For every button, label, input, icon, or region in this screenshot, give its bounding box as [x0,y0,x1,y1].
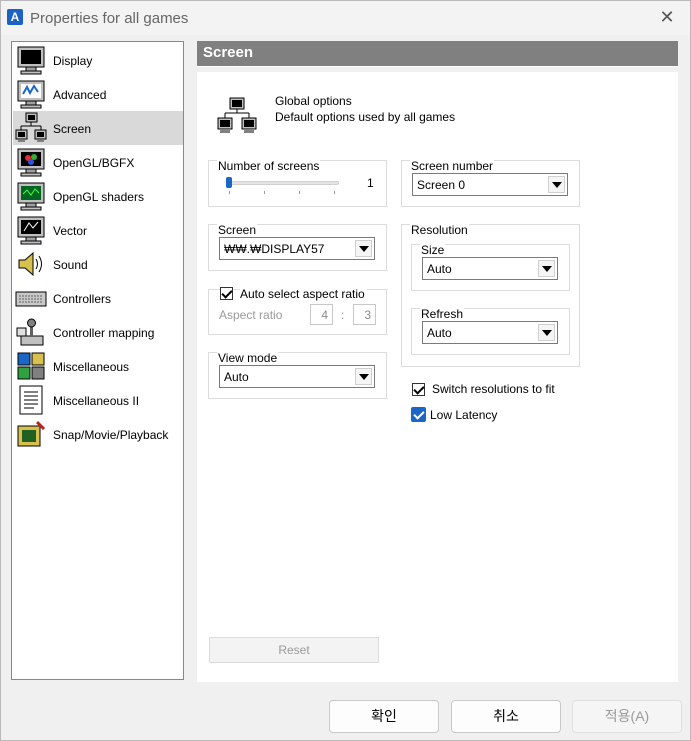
category-item-screen[interactable]: Screen [13,111,183,145]
screen-group: Screen ₩₩.₩DISPLAY57 [208,223,387,271]
category-label: OpenGL shaders [53,190,144,204]
screens-network-icon [217,97,257,133]
window-title: Properties for all games [30,10,189,27]
panel-header: Screen [197,41,678,66]
aspect-ratio-group: Auto select aspect ratio Aspect ratio 4 … [208,287,387,335]
joystick-icon [16,318,44,346]
select-value: Auto [427,326,452,340]
camera-icon [17,420,46,447]
keyboard-icon [15,291,47,307]
slider-tick [229,191,230,194]
chevron-down-icon[interactable] [355,368,372,385]
category-label: Advanced [53,88,107,102]
switch-resolutions-label: Switch resolutions to fit [432,382,555,396]
size-select[interactable]: Auto [422,257,558,280]
select-value: ₩₩.₩DISPLAY57 [224,242,325,256]
reset-button[interactable]: Reset [209,637,379,663]
category-label: OpenGL/BGFX [53,156,135,170]
screen-select[interactable]: ₩₩.₩DISPLAY57 [219,237,375,260]
advanced-monitor-icon [17,80,45,109]
ok-button[interactable]: 확인 [329,700,439,733]
category-item-opengl-shaders[interactable]: OpenGL shaders [13,179,183,213]
category-label: Sound [53,258,88,272]
shader-monitor-icon [17,182,45,211]
resolution-group: Resolution Size Auto Refresh Auto [401,223,580,367]
global-options-description: Default options used by all games [275,110,456,124]
category-label: Screen [53,122,92,136]
screens-slider-thumb[interactable] [226,177,232,188]
group-title: Screen [217,223,258,237]
select-value: Auto [427,262,452,276]
category-item-sound[interactable]: Sound [13,247,183,281]
switch-resolutions-checkbox[interactable] [412,383,425,396]
screens-slider-track[interactable] [227,181,339,185]
mame-app-icon: A [7,9,23,25]
select-value: Auto [224,370,249,384]
document-icon [19,385,43,415]
screen-number-group: Screen number Screen 0 [401,159,580,207]
screen-number-select[interactable]: Screen 0 [412,173,568,196]
group-title: Refresh [420,307,465,321]
category-item-vector[interactable]: Vector [13,213,183,247]
aspect-ratio-label: Aspect ratio [219,308,283,322]
category-label: Miscellaneous II [53,394,140,408]
refresh-group: Refresh Auto [411,307,570,355]
category-item-miscellaneous[interactable]: Miscellaneous [13,349,183,383]
category-item-display[interactable]: Display [13,43,183,77]
category-label: Controller mapping [53,326,155,340]
category-label: Display [53,54,93,68]
slider-tick [334,191,335,194]
screens-network-icon [15,112,47,142]
group-title: Screen number [410,159,495,173]
category-item-snap-movie-playback[interactable]: Snap/Movie/Playback [13,417,183,451]
category-item-miscellaneous-ii[interactable]: Miscellaneous II [13,383,183,417]
monitor-icon [17,46,45,75]
puzzle-icon [17,352,45,380]
select-value: Screen 0 [417,178,466,192]
apply-button[interactable]: 적용(A) [572,700,682,733]
global-options-title: Global options [275,94,352,108]
low-latency-label: Low Latency [430,408,498,422]
group-title: Resolution [410,223,469,237]
aspect-numerator-field[interactable]: 4 [310,304,333,325]
category-item-controllers[interactable]: Controllers [13,281,183,315]
auto-aspect-checkbox[interactable] [220,287,233,300]
slider-tick [299,191,300,194]
category-item-advanced[interactable]: Advanced [13,77,183,111]
category-label: Miscellaneous [53,360,130,374]
category-list[interactable]: Display Advanced Screen OpenGL/BGFX Open… [11,41,184,680]
auto-aspect-label: Auto select aspect ratio [240,287,367,301]
number-of-screens-group: Number of screens 1 [208,159,387,207]
view-mode-select[interactable]: Auto [219,365,375,388]
view-mode-group: View mode Auto [208,351,387,399]
title-bar: A Properties for all games ✕ [1,1,690,35]
chevron-down-icon[interactable] [538,260,555,277]
aspect-separator: : [341,308,345,322]
category-label: Vector [53,224,88,238]
aspect-denominator-field[interactable]: 3 [353,304,376,325]
group-title: Size [420,243,446,257]
category-item-controller-mapping[interactable]: Controller mapping [13,315,183,349]
chevron-down-icon[interactable] [548,176,565,193]
properties-window: A Properties for all games ✕ Display Adv… [0,0,691,741]
category-item-opengl-bgfx[interactable]: OpenGL/BGFX [13,145,183,179]
close-icon[interactable]: ✕ [657,7,677,27]
cancel-button[interactable]: 취소 [451,700,561,733]
chevron-down-icon[interactable] [538,324,555,341]
speaker-icon [18,251,42,277]
opengl-icon [17,148,45,177]
vector-monitor-icon [17,216,45,245]
slider-tick [264,191,265,194]
group-title: View mode [217,351,279,365]
header-divider [197,67,678,72]
category-label: Snap/Movie/Playback [53,428,169,442]
screen-options-panel: Screen Global options Default options us… [197,41,678,682]
chevron-down-icon[interactable] [355,240,372,257]
category-label: Controllers [53,292,112,306]
group-title: Number of screens [217,159,321,173]
low-latency-checkbox[interactable] [411,407,426,422]
size-group: Size Auto [411,243,570,291]
refresh-select[interactable]: Auto [422,321,558,344]
screens-count-value: 1 [367,176,374,190]
